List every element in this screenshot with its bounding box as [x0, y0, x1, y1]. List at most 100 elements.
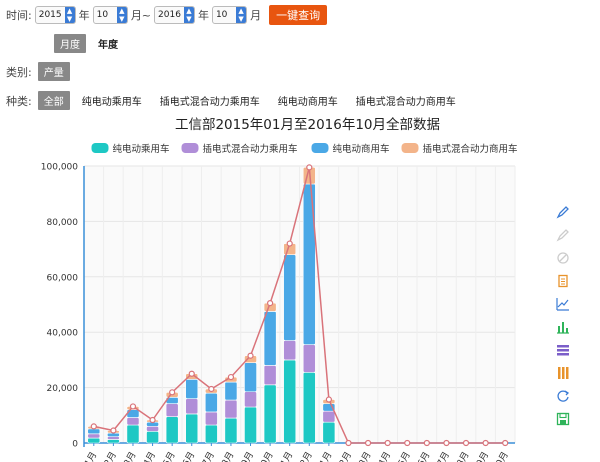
legend-swatch	[311, 143, 329, 153]
bar-segment	[224, 417, 238, 444]
legend-label: 插电式混合动力商用车	[423, 143, 518, 155]
x-tick-label: 1月	[318, 450, 335, 462]
bar-segment	[244, 406, 257, 444]
legend-label: 纯电动商用车	[333, 143, 390, 155]
bar-segment	[322, 421, 336, 444]
total-point	[404, 439, 411, 447]
bar-segment	[146, 431, 159, 444]
y-tick-label: 20,000	[47, 384, 79, 394]
total-point	[306, 164, 313, 171]
total-point	[325, 396, 332, 403]
x-tick-label: 11月	[276, 450, 296, 462]
bar-segment	[224, 381, 238, 401]
total-point	[227, 373, 235, 381]
bar-segment	[204, 424, 218, 444]
bar-segment	[244, 391, 257, 408]
total-point	[286, 240, 293, 247]
x-tick-label: 4月	[376, 450, 393, 462]
x-tick-label: 6月	[180, 450, 197, 462]
mark-icon[interactable]	[556, 205, 570, 219]
bar-segment	[185, 413, 199, 444]
legend-label: 纯电动乘用车	[113, 143, 170, 155]
x-tick-label: 2月	[337, 450, 354, 462]
total-point	[443, 439, 450, 447]
bar-segment	[107, 439, 120, 444]
x-tick-label: 9月	[239, 450, 256, 462]
bar-segment	[283, 359, 297, 444]
x-tick-label: 9月	[474, 450, 491, 462]
legend-swatch	[181, 143, 199, 153]
total-point	[423, 439, 430, 447]
bar-segment	[107, 436, 120, 440]
bar-segment	[244, 362, 257, 393]
x-tick-label: 10月	[491, 450, 511, 462]
bar-segment	[283, 340, 297, 361]
total-point	[169, 389, 176, 396]
stack-icon[interactable]	[556, 343, 570, 357]
x-tick-label: 7月	[200, 450, 217, 462]
bar-segment	[263, 384, 277, 444]
bar-segment	[165, 403, 179, 417]
bar-segment	[87, 428, 101, 435]
bar-segment	[87, 437, 101, 444]
total-point	[208, 385, 215, 393]
bar-segment	[87, 433, 101, 439]
x-tick-label: 8月	[455, 450, 472, 462]
x-tick-label: 6月	[416, 450, 433, 462]
save-image-icon[interactable]	[556, 412, 570, 426]
x-tick-label: 8月	[220, 450, 237, 462]
legend-swatch	[91, 143, 109, 153]
total-point	[364, 439, 372, 447]
bar-segment	[263, 365, 277, 386]
total-point	[502, 439, 509, 447]
chart-title: 工信部2015年01月至2016年10月全部数据	[175, 116, 440, 133]
x-tick-label: 5月	[161, 450, 178, 462]
y-tick-label: 60,000	[47, 273, 79, 283]
y-tick-label: 0	[72, 440, 78, 450]
total-point	[90, 423, 97, 430]
bar-segment	[185, 378, 199, 399]
mark-undo-icon[interactable]	[556, 228, 570, 242]
bar-segment	[204, 392, 218, 413]
total-point	[110, 427, 117, 434]
total-point	[384, 439, 391, 447]
y-tick-label: 80,000	[47, 218, 79, 228]
x-tick-label: 5月	[396, 450, 413, 462]
data-view-icon[interactable]	[556, 274, 570, 288]
y-tick-label: 40,000	[47, 329, 79, 339]
bar-segment	[283, 254, 297, 341]
bar-segment	[165, 416, 179, 444]
chart-toolbox	[556, 205, 576, 435]
tiled-icon[interactable]	[556, 366, 570, 380]
total-point	[345, 439, 352, 447]
bar-segment	[302, 183, 316, 345]
bar-segment	[126, 417, 140, 426]
line-icon[interactable]	[556, 297, 570, 311]
legend-label: 插电式混合动力乘用车	[203, 143, 298, 155]
bar-segment	[224, 399, 238, 419]
x-tick-label: 1月	[83, 450, 100, 462]
total-point	[129, 403, 137, 410]
x-tick-label: 3月	[122, 450, 139, 462]
total-point	[247, 352, 254, 359]
bar-icon[interactable]	[556, 320, 570, 334]
total-point	[267, 300, 274, 307]
x-tick-label: 10月	[256, 450, 276, 462]
bar-segment	[126, 424, 140, 444]
mark-clear-icon[interactable]	[556, 251, 570, 265]
bar-segment	[322, 410, 336, 423]
bar-segment	[204, 411, 218, 426]
bar-segment	[185, 398, 199, 415]
total-point	[188, 370, 195, 377]
x-tick-label: 12月	[295, 450, 315, 462]
x-tick-label: 7月	[435, 450, 452, 462]
x-tick-label: 2月	[102, 450, 119, 462]
total-point	[482, 439, 489, 447]
bar-segment	[302, 344, 316, 373]
y-tick-label: 100,000	[41, 163, 78, 173]
x-tick-label: 3月	[357, 450, 374, 462]
legend-swatch	[401, 143, 419, 153]
bar-segment	[263, 311, 277, 366]
bar-segment	[146, 426, 159, 432]
restore-icon[interactable]	[556, 389, 570, 403]
